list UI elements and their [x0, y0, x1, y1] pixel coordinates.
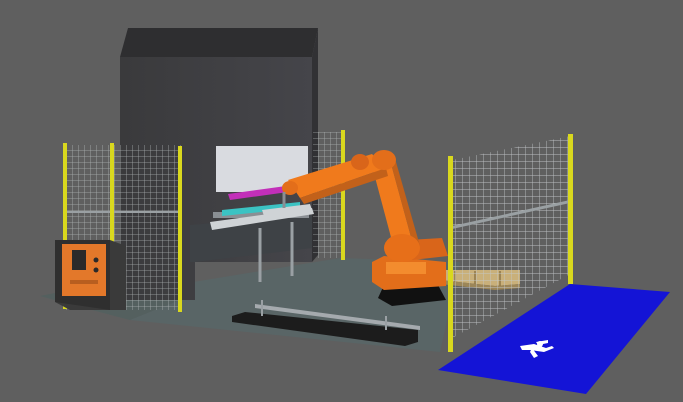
panel-button[interactable] — [93, 257, 99, 263]
3d-viewport[interactable] — [0, 0, 683, 402]
hmi-screen[interactable] — [72, 250, 86, 270]
control-cabinet — [55, 240, 126, 310]
panel-button[interactable] — [93, 267, 99, 273]
